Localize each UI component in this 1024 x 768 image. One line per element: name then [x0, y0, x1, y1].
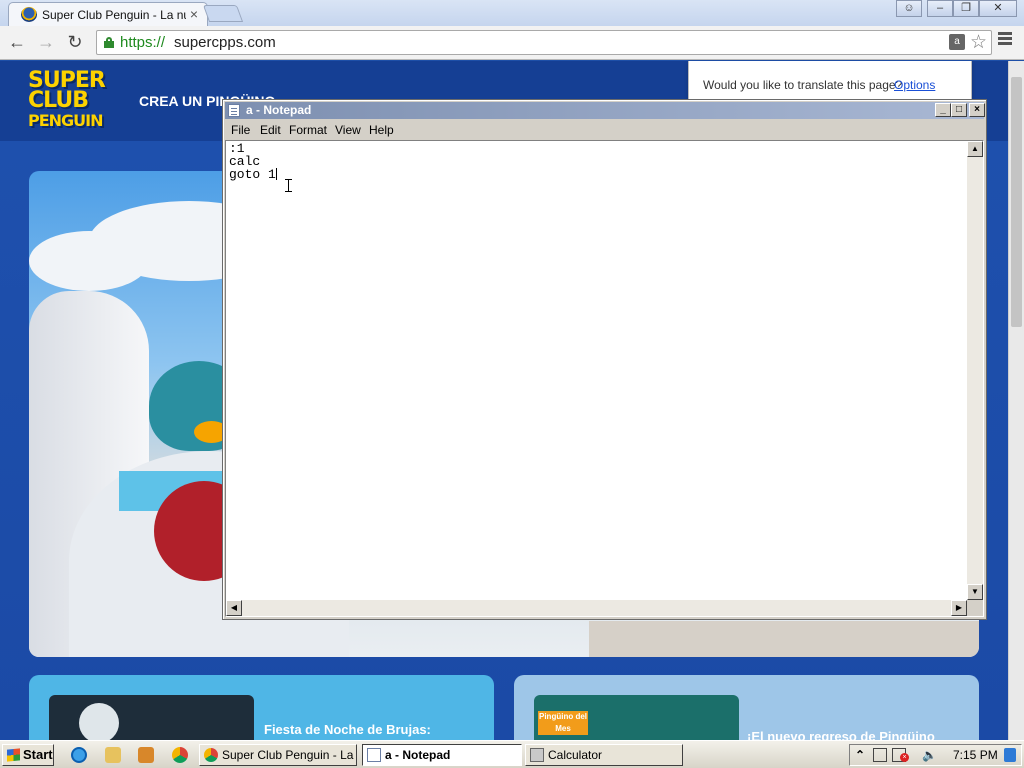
start-button[interactable]: Start [2, 744, 54, 766]
tab-title: Super Club Penguin - La nueva aventura [42, 8, 186, 22]
file-explorer-icon[interactable] [105, 747, 121, 763]
card-title: ¡El nuevo regreso de Pingüino [747, 729, 935, 740]
penguin-of-month-badge: Pingüino del Mes [538, 711, 588, 735]
menu-format[interactable]: Format [289, 123, 327, 137]
page-scrollbar[interactable] [1008, 61, 1024, 740]
windows-flag-icon [7, 748, 20, 762]
close-window-button[interactable]: ✕ [979, 0, 1017, 17]
menu-file[interactable]: File [231, 123, 250, 137]
ibeam-cursor-icon [285, 179, 292, 192]
scroll-left-arrow-icon[interactable]: ◀ [226, 600, 242, 616]
menu-view[interactable]: View [335, 123, 361, 137]
back-arrow-icon[interactable]: ← [6, 31, 28, 53]
forward-arrow-icon[interactable]: → [35, 31, 57, 53]
taskbar-item-label: Super Club Penguin - La ... [222, 748, 357, 762]
notepad-maximize-button[interactable]: □ [951, 103, 967, 117]
taskbar-item-calculator[interactable]: Calculator [525, 744, 683, 766]
volume-icon[interactable]: 🔈 [922, 748, 937, 762]
notepad-title: a - Notepad [246, 103, 312, 117]
halloween-thumbnail [49, 695, 254, 740]
network-icon[interactable] [873, 748, 887, 762]
show-hidden-icons-icon[interactable]: ⌃ [853, 748, 867, 762]
tab-close-icon[interactable]: × [190, 6, 198, 22]
url-host: supercpps.com [174, 34, 276, 51]
menu-help[interactable]: Help [369, 123, 394, 137]
translate-question: Would you like to translate this page? [703, 78, 903, 92]
notepad-window: a - Notepad _ □ × File Edit Format View … [222, 99, 987, 620]
notepad-icon [228, 104, 240, 117]
scroll-down-arrow-icon[interactable]: ▼ [967, 584, 983, 600]
notepad-titlebar[interactable]: a - Notepad _ □ × [225, 102, 985, 119]
media-player-icon[interactable] [138, 747, 154, 763]
error-badge-icon: × [900, 753, 909, 762]
news-card-halloween[interactable]: Fiesta de Noche de Brujas: [29, 675, 494, 740]
taskbar-item-notepad[interactable]: a - Notepad [362, 744, 522, 766]
restore-button[interactable]: ❐ [953, 0, 979, 17]
start-label: Start [23, 747, 53, 762]
site-logo[interactable]: SUPER CLUB PENGUIN [28, 70, 110, 131]
news-card-penguin-of-month[interactable]: Pingüino del Mes ¡El nuevo regreso de Pi… [514, 675, 979, 740]
system-tray: ⌃ × 🔈 7:15 PM [849, 744, 1022, 766]
chrome-icon [204, 748, 218, 762]
resize-grip-icon[interactable] [967, 600, 983, 616]
card-title: Fiesta de Noche de Brujas: [264, 722, 431, 737]
url-scheme: https:// [120, 34, 166, 51]
calculator-icon [530, 748, 544, 762]
notepad-content: :1 calc goto 1 [229, 141, 276, 182]
notepad-minimize-button[interactable]: _ [935, 103, 951, 117]
scroll-right-arrow-icon[interactable]: ▶ [951, 600, 967, 616]
lock-icon[interactable] [104, 37, 114, 48]
notepad-icon [367, 748, 381, 762]
taskbar: Start Super Club Penguin - La ... a - No… [0, 740, 1024, 768]
text-caret [276, 168, 277, 180]
clock[interactable]: 7:15 PM [953, 748, 998, 762]
taskbar-item-label: a - Notepad [385, 748, 451, 762]
notepad-text-area[interactable]: :1 calc goto 1 ▲ ▼ ◀ ▶ [225, 140, 984, 617]
browser-toolbar: ← → ↻ https:// supercpps.com a ☆ [0, 26, 1024, 60]
show-desktop-icon[interactable] [1004, 748, 1016, 762]
penguin-of-month-thumbnail: Pingüino del Mes [534, 695, 739, 740]
notepad-horizontal-scrollbar[interactable]: ◀ ▶ [226, 600, 967, 616]
taskbar-item-chrome[interactable]: Super Club Penguin - La ... [199, 744, 357, 766]
address-bar[interactable]: https:// supercpps.com a ☆ [96, 30, 992, 55]
browser-tab-active[interactable]: Super Club Penguin - La nueva aventura × [8, 2, 208, 26]
notepad-menubar: File Edit Format View Help [225, 120, 984, 139]
club-penguin-favicon-icon [21, 7, 37, 22]
reload-icon[interactable]: ↻ [64, 31, 86, 53]
bookmark-star-icon[interactable]: ☆ [970, 31, 987, 54]
menu-edit[interactable]: Edit [260, 123, 281, 137]
taskbar-item-label: Calculator [548, 748, 603, 762]
chrome-menu-icon[interactable] [998, 32, 1012, 47]
minimize-button[interactable]: – [927, 0, 953, 17]
chrome-icon[interactable] [172, 747, 188, 763]
profile-icon[interactable]: ☺ [896, 0, 922, 17]
internet-explorer-icon[interactable] [71, 747, 87, 763]
browser-titlebar: Super Club Penguin - La nueva aventura ×… [0, 0, 1024, 26]
translate-options-link[interactable]: Options [894, 78, 935, 92]
notepad-vertical-scrollbar[interactable]: ▲ ▼ [967, 141, 983, 600]
scroll-up-arrow-icon[interactable]: ▲ [967, 141, 983, 157]
new-tab-button[interactable] [202, 5, 244, 22]
notepad-close-button[interactable]: × [969, 103, 985, 117]
translate-icon[interactable]: a [949, 34, 965, 50]
